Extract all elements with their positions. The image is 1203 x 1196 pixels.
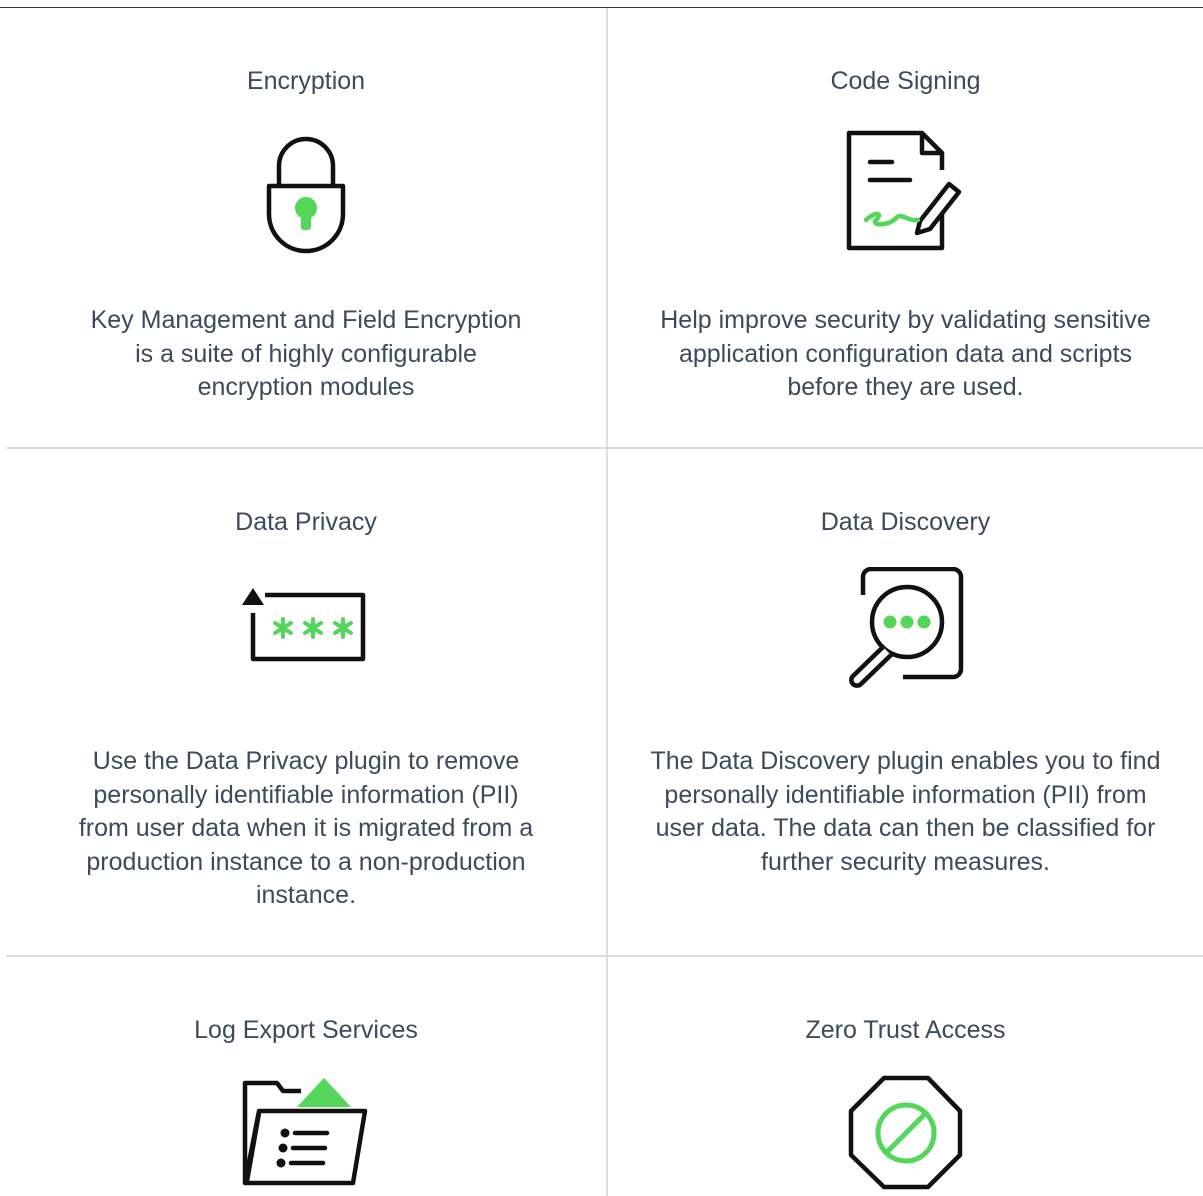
feature-card-data-privacy: Data Privacy Use the Data Privacy plugin… <box>6 449 606 955</box>
blocked-octagon-icon <box>848 1075 964 1191</box>
feature-card-data-discovery: Data Discovery The Data Discovery plugin… <box>608 449 1203 955</box>
feature-card-zero-trust-access: Zero Trust Access <box>608 957 1203 1196</box>
feature-title: Zero Trust Access <box>805 1016 1006 1044</box>
feature-description: Help improve security by validating sens… <box>660 306 1151 401</box>
feature-card-encryption: Encryption Key Management and Field Encr… <box>6 8 606 447</box>
feature-description: Use the Data Privacy plugin to remove pe… <box>78 747 534 909</box>
folder-export-icon <box>241 1077 371 1189</box>
feature-card-code-signing: Code Signing Help improve security by va… <box>608 8 1203 447</box>
feature-title: Data Discovery <box>820 508 991 536</box>
padlock-icon <box>266 134 346 254</box>
magnifier-search-icon <box>845 566 967 689</box>
masked-password-icon <box>241 587 371 663</box>
feature-description: Key Management and Field Encryption is a… <box>90 306 522 401</box>
feature-title: Code Signing <box>830 67 981 95</box>
feature-title: Log Export Services <box>194 1016 418 1044</box>
feature-title: Encryption <box>246 67 366 95</box>
feature-description: The Data Discovery plugin enables you to… <box>650 747 1161 876</box>
signed-document-icon <box>846 130 966 252</box>
feature-card-log-export-services: Log Export Services <box>6 957 606 1196</box>
feature-title: Data Privacy <box>235 508 377 536</box>
